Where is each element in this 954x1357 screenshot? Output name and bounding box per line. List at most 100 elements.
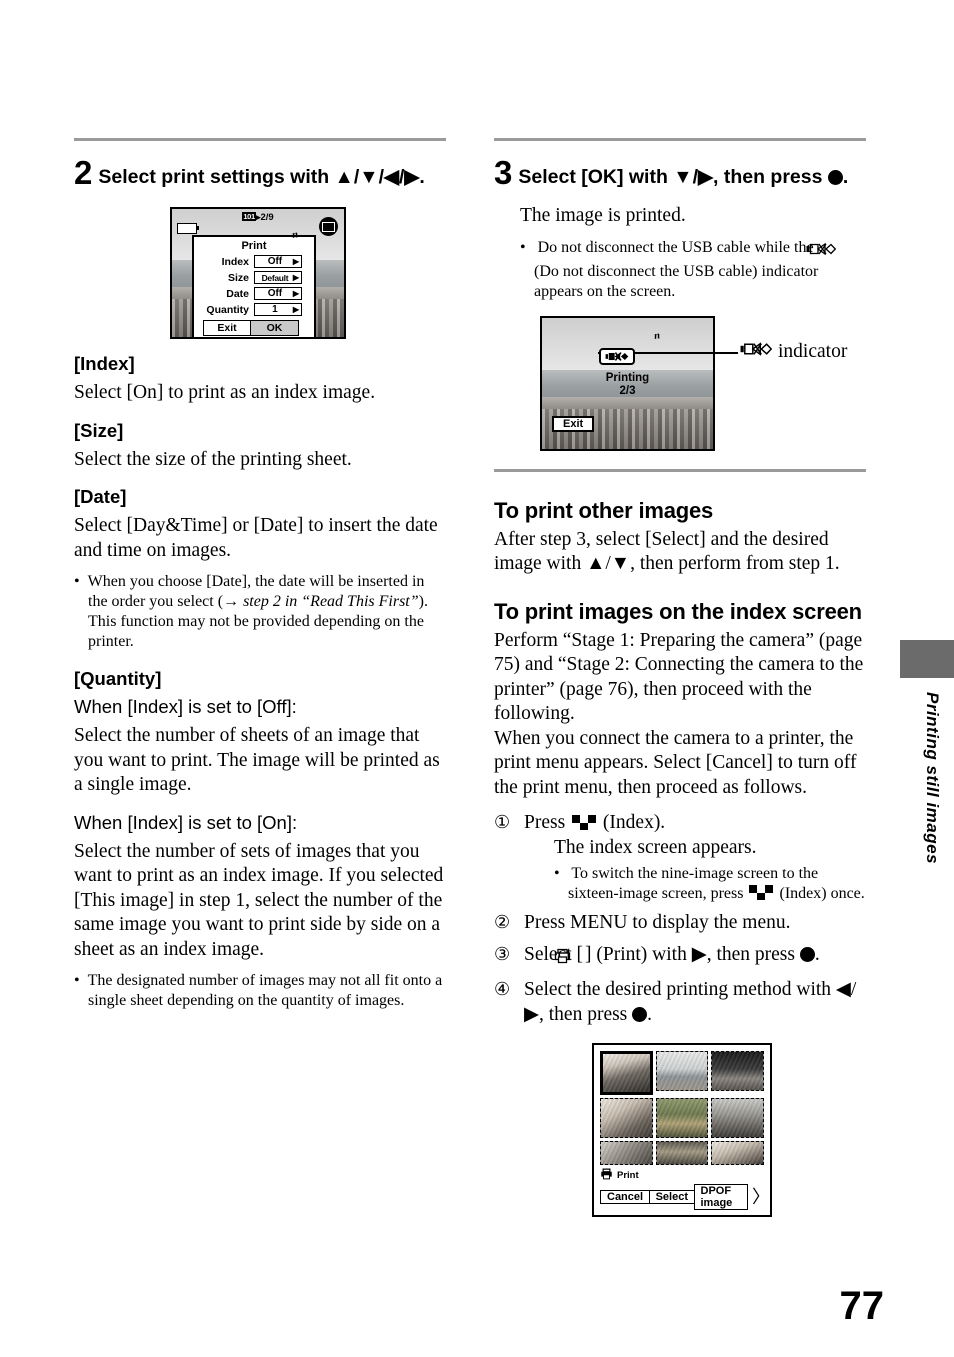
index-thumbnail[interactable]: [655, 1098, 709, 1138]
chevron-right-icon: ▶: [292, 273, 299, 282]
lcd-shore: [542, 397, 713, 410]
heading-to-print-index-screen: To print images on the index screen: [494, 598, 862, 624]
dialog-row-quantity: Quantity 1 ▶: [194, 302, 314, 317]
callout-label: indicator: [778, 340, 848, 362]
date-note: When you choose [Date], the date will be…: [74, 572, 446, 652]
usb-disconnect-icon: [806, 242, 836, 262]
index-thumbnail[interactable]: [655, 1051, 709, 1091]
center-button-icon: [799, 946, 815, 962]
step-text-before: Select the desired printing method with …: [524, 979, 857, 1025]
step-2-number: 2: [74, 154, 92, 191]
quantity-note: The designated number of images may not …: [74, 971, 446, 1011]
heading-quantity-on: When [Index] is set to [On]:: [74, 811, 298, 833]
printing-status-label: Printing: [605, 371, 650, 384]
usb-note-list: Do not disconnect the USB cable while th…: [520, 238, 866, 302]
dialog-row-date: Date Off ▶: [194, 286, 314, 301]
row-value: Off: [267, 288, 283, 299]
top-rule-right: [494, 138, 866, 141]
quantity-note-list: The designated number of images may not …: [74, 971, 446, 1011]
cancel-button[interactable]: Cancel: [600, 1190, 651, 1204]
chevron-right-icon[interactable]: 〉: [752, 1188, 770, 1206]
step-2-text: Select print settings with ▲/▼/◀/▶.: [98, 166, 425, 188]
printer-icon: [600, 1168, 613, 1183]
index-thumbnail[interactable]: [600, 1141, 653, 1165]
index-step-1-notes: To switch the nine-image screen to the s…: [554, 864, 866, 904]
index-thumbnail[interactable]: [711, 1098, 764, 1138]
usb-busy-badge: [599, 347, 635, 365]
chapter-tab-label: Printing still images: [923, 692, 942, 865]
row-label: Index: [221, 255, 249, 268]
heading-date: [Date]: [74, 486, 127, 507]
exit-button[interactable]: Exit: [552, 415, 595, 432]
figure-index-screen: Print Cancel Select DPOF image 〉: [592, 1043, 772, 1217]
row-label: Date: [226, 287, 249, 300]
lcd-top-info: 101▸2/9: [242, 212, 274, 223]
row-label: Size: [227, 271, 249, 284]
ok-button[interactable]: OK: [251, 320, 299, 336]
row-value: Default: [261, 272, 289, 283]
body-index-screen-1: Perform “Stage 1: Preparing the camera” …: [494, 629, 864, 725]
index-step-3: ③ Select [] (Print) with ▶, then press .: [494, 942, 866, 972]
body-index-screen-2: When you connect the camera to a printer…: [494, 727, 857, 798]
usb-note-part1: Do not disconnect the USB cable while th…: [537, 238, 814, 256]
step-3-number: 3: [494, 154, 512, 191]
step-2-heading: 2 Select print settings with ▲/▼/◀/▶.: [74, 154, 446, 191]
row-value: 1: [272, 304, 278, 315]
index-button-icon: [572, 815, 597, 830]
exit-button[interactable]: Exit: [203, 320, 251, 336]
left-column: 2 Select print settings with ▲/▼/◀/▶. 10…: [74, 0, 446, 1013]
index-step-1-note: To switch the nine-image screen to the s…: [554, 864, 866, 904]
step-text-after: ] (Print) with ▶, then press: [585, 943, 795, 965]
dialog-row-size: Size Default ▶: [194, 270, 314, 285]
step-text-end: .: [814, 943, 820, 965]
usb-disconnect-icon: [740, 341, 773, 363]
step-number: ②: [494, 912, 511, 932]
chevron-right-icon: ▶: [292, 257, 299, 266]
heading-quantity-off: When [Index] is set to [Off]:: [74, 696, 297, 717]
chevron-right-icon: ▶: [292, 289, 299, 298]
body-to-print-other-images: After step 3, select [Select] and the de…: [494, 528, 840, 575]
figure-print-settings-screen: 101▸2/9 ⁿ Print Index Off ▶ Size Default…: [170, 207, 346, 339]
index-thumbnail[interactable]: [711, 1141, 764, 1165]
dpof-image-button[interactable]: DPOF image: [693, 1184, 748, 1210]
index-button-icon: [749, 885, 774, 900]
step-subtext: The index screen appears.: [554, 836, 757, 858]
row-value-box[interactable]: Off ▶: [254, 287, 302, 300]
heading-quantity: [Quantity]: [74, 668, 162, 689]
step-3-text-after: .: [842, 166, 849, 188]
index-step-4: ④ Select the desired printing method with…: [494, 977, 866, 1027]
chevron-right-icon: ▶: [292, 305, 299, 314]
index-menu-label: Print: [594, 1165, 770, 1184]
index-thumbnail-selected[interactable]: [600, 1051, 653, 1095]
body-date: Select [Day&Time] or [Date] to insert th…: [74, 515, 438, 561]
row-value-box[interactable]: Default ▶: [254, 271, 302, 284]
body-index: Select [On] to print as an index image.: [74, 382, 376, 403]
body-quantity-on: Select the number of sets of images that…: [74, 840, 444, 960]
usb-note: Do not disconnect the USB cable while th…: [520, 238, 866, 302]
index-step-1: ① Press (Index). The index screen appears…: [494, 810, 866, 904]
step-number: ①: [494, 812, 511, 832]
step-text-before: Press: [524, 812, 566, 833]
right-column: 3 Select [OK] with ▼/▶, then press . The…: [494, 0, 866, 1217]
page-number: 77: [839, 1284, 885, 1328]
figure-printing-screen: ⁿ Printing 2/3 Exit: [540, 315, 715, 451]
print-result-text: The image is printed.: [520, 205, 686, 226]
index-thumbnail-grid: [594, 1045, 770, 1165]
heading-to-print-other-images: To print other images: [494, 497, 714, 523]
index-screen-steps: ① Press (Index). The index screen appears…: [494, 810, 866, 1027]
step-number: ③: [494, 943, 511, 964]
row-value-box[interactable]: 1 ▶: [254, 303, 302, 316]
heading-size: [Size]: [74, 419, 124, 441]
date-note-italic: step 2 in “Read This First”: [243, 593, 419, 610]
body-quantity-off: Select the number of sheets of an image …: [74, 725, 440, 795]
note-text-after: (Index) once.: [779, 885, 865, 902]
step-3-heading: 3 Select [OK] with ▼/▶, then press .: [494, 154, 866, 191]
manual-page: 2 Select print settings with ▲/▼/◀/▶. 10…: [0, 0, 954, 1357]
row-value-box[interactable]: Off ▶: [254, 255, 302, 268]
index-thumbnail[interactable]: [655, 1141, 709, 1165]
figure-printing-screen-wrap: ⁿ Printing 2/3 Exit indicator: [494, 315, 866, 461]
index-thumbnail[interactable]: [600, 1098, 653, 1138]
index-thumbnail[interactable]: [711, 1051, 764, 1091]
select-button[interactable]: Select: [648, 1190, 695, 1204]
dialog-row-index: Index Off ▶: [194, 254, 314, 269]
